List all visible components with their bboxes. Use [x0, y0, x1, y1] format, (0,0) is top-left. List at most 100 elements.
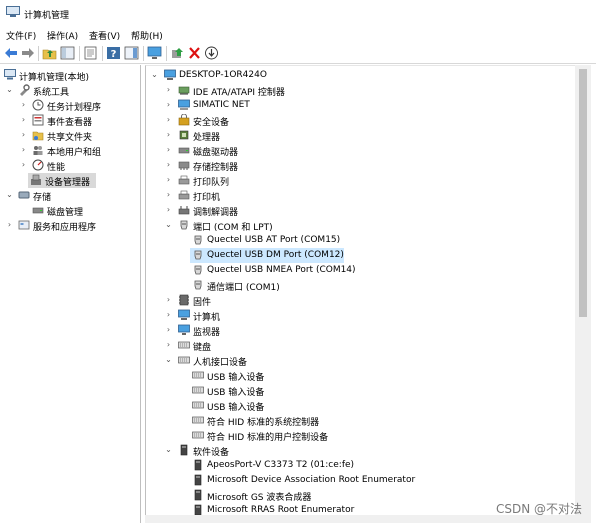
toolbar: ?	[0, 43, 596, 64]
printer-icon	[178, 190, 190, 200]
port-icon	[194, 265, 202, 275]
chevron-right-icon[interactable]: ›	[164, 310, 173, 319]
tree-item-device-manager[interactable]: 设备管理器	[28, 173, 96, 188]
chevron-right-icon[interactable]: ›	[164, 190, 173, 199]
chevron-right-icon[interactable]: ›	[164, 325, 173, 334]
device-tree-item[interactable]: › 安全设备	[146, 113, 574, 128]
device-tree-item[interactable]: › 磁盘驱动器	[146, 143, 574, 158]
tree-item-disk-management[interactable]: 磁盘管理	[2, 203, 138, 218]
chevron-down-icon[interactable]: ⌄	[5, 190, 14, 199]
device-tree-item[interactable]: ⌄ 软件设备	[146, 443, 574, 458]
device-tree-item[interactable]: Microsoft Device Association Root Enumer…	[146, 473, 574, 488]
action-pane-icon[interactable]	[124, 46, 139, 60]
device-tree-label: 端口 (COM 和 LPT)	[193, 223, 273, 233]
device-tree-item[interactable]: 通信端口 (COM1)	[146, 278, 574, 293]
chevron-right-icon[interactable]: ›	[164, 175, 173, 184]
device-tree-item[interactable]: ⌄ DESKTOP-1OR424O	[146, 68, 574, 83]
device-tree-item[interactable]: › SIMATIC NET	[146, 98, 574, 113]
device-tree-item[interactable]: ⌄ 端口 (COM 和 LPT)	[146, 218, 574, 233]
back-arrow-icon[interactable]	[4, 46, 19, 60]
uninstall-icon[interactable]	[187, 46, 202, 60]
device-tree-item[interactable]: › 调制解调器	[146, 203, 574, 218]
tree-item-event-viewer[interactable]: › 事件查看器	[2, 113, 138, 128]
device-tree-item[interactable]: USB 输入设备	[146, 368, 574, 383]
chevron-down-icon[interactable]: ⌄	[164, 355, 173, 364]
chevron-right-icon[interactable]: ›	[19, 130, 28, 139]
chevron-right-icon[interactable]: ›	[19, 160, 28, 169]
menu-view[interactable]: 查看(V)	[89, 29, 120, 42]
chevron-right-icon[interactable]: ›	[164, 100, 173, 109]
chevron-right-icon[interactable]: ›	[19, 115, 28, 124]
chevron-down-icon[interactable]: ⌄	[5, 85, 14, 94]
chevron-right-icon[interactable]: ›	[164, 85, 173, 94]
chevron-right-icon[interactable]: ›	[164, 145, 173, 154]
device-tree-item[interactable]: › 固件	[146, 293, 574, 308]
watermark: CSDN @不对法	[495, 502, 582, 516]
device-tree-item[interactable]: › 处理器	[146, 128, 574, 143]
chevron-right-icon[interactable]: ›	[164, 160, 173, 169]
title-bar: 计算机管理	[0, 0, 596, 26]
monitor-icon[interactable]	[147, 46, 162, 60]
tree-item-system-tools[interactable]: ⌄ 系统工具	[2, 83, 138, 98]
forward-arrow-icon[interactable]	[20, 46, 35, 60]
chevron-right-icon[interactable]: ›	[164, 205, 173, 214]
device-tree-item[interactable]: › 监视器	[146, 323, 574, 338]
tree-item-performance[interactable]: › 性能	[2, 158, 138, 173]
chevron-right-icon[interactable]: ›	[164, 115, 173, 124]
help-icon[interactable]: ?	[106, 46, 121, 60]
chevron-right-icon[interactable]: ›	[164, 295, 173, 304]
device-tree-item[interactable]: Quectel USB DM Port (COM12)	[190, 248, 344, 263]
device-tree-item[interactable]: USB 输入设备	[146, 383, 574, 398]
properties-icon[interactable]	[83, 46, 98, 60]
chevron-down-icon[interactable]: ⌄	[150, 70, 159, 79]
device-tree-item[interactable]: › 打印机	[146, 188, 574, 203]
chevron-right-icon[interactable]: ›	[5, 220, 14, 229]
performance-icon	[32, 159, 44, 171]
device-tree-item[interactable]: ApeosPort-V C3373 T2 (01:ce:fe)	[146, 458, 574, 473]
tree-item-shared-folders[interactable]: › 共享文件夹	[2, 128, 138, 143]
menu-file[interactable]: 文件(F)	[6, 29, 36, 42]
users-icon	[33, 146, 43, 155]
download-circle-icon[interactable]	[204, 46, 219, 60]
device-tree-item[interactable]: 符合 HID 标准的用户控制设备	[146, 428, 574, 443]
chevron-right-icon[interactable]: ›	[19, 100, 28, 109]
device-tree-label: DESKTOP-1OR424O	[179, 70, 267, 80]
device-tree-item[interactable]: › 计算机	[146, 308, 574, 323]
tree-item-task-scheduler[interactable]: › 任务计划程序	[2, 98, 138, 113]
device-tree-item[interactable]: USB 输入设备	[146, 398, 574, 413]
device-tree-label: ApeosPort-V C3373 T2 (01:ce:fe)	[207, 460, 355, 470]
device-tree-item[interactable]: Quectel USB NMEA Port (COM14)	[146, 263, 574, 278]
device-tree-item[interactable]: › 键盘	[146, 338, 574, 353]
tree-item-computer-management[interactable]: 计算机管理(本地)	[2, 68, 138, 83]
up-folder-icon[interactable]	[42, 46, 57, 60]
menu-action[interactable]: 操作(A)	[47, 29, 78, 42]
tree-item-local-users-groups[interactable]: › 本地用户和组	[2, 143, 138, 158]
tree-item-storage[interactable]: ⌄ 存储	[2, 188, 138, 203]
tree-item-label: 事件查看器	[47, 118, 93, 128]
chevron-right-icon[interactable]: ›	[164, 130, 173, 139]
device-tree-label: 人机接口设备	[193, 358, 248, 368]
chevron-right-icon[interactable]: ›	[19, 145, 28, 154]
navigation-pane: 计算机管理(本地) ⌄ 系统工具 › 任务计划程序 › 事件查看器 › 共享文件…	[0, 65, 141, 523]
chevron-down-icon[interactable]: ⌄	[164, 445, 173, 454]
chevron-right-icon[interactable]: ›	[164, 340, 173, 349]
tree-item-services-applications[interactable]: › 服务和应用程序	[2, 218, 138, 233]
show-hide-tree-icon[interactable]	[60, 46, 75, 60]
device-tree-item[interactable]: Quectel USB AT Port (COM15)	[146, 233, 574, 248]
device-tree-label: 符合 HID 标准的用户控制设备	[207, 433, 329, 443]
chevron-down-icon[interactable]: ⌄	[164, 220, 173, 229]
menu-help[interactable]: 帮助(H)	[131, 29, 163, 42]
scrollbar-thumb[interactable]	[579, 69, 587, 317]
device-tree-item[interactable]: 符合 HID 标准的系统控制器	[146, 413, 574, 428]
device-tree-item[interactable]: › 存储控制器	[146, 158, 574, 173]
device-tree-item[interactable]: › 打印队列	[146, 173, 574, 188]
update-driver-icon[interactable]	[170, 46, 185, 60]
software-device-icon	[194, 504, 202, 515]
vertical-scrollbar[interactable]	[575, 65, 591, 515]
tree-item-label: 服务和应用程序	[33, 223, 97, 233]
software-device-icon	[180, 444, 188, 456]
device-tree-item[interactable]: ⌄ 人机接口设备	[146, 353, 574, 368]
device-tree-item[interactable]: › IDE ATA/ATAPI 控制器	[146, 83, 574, 98]
window-title: 计算机管理	[24, 11, 70, 21]
device-tree-label: 存储控制器	[193, 163, 239, 173]
